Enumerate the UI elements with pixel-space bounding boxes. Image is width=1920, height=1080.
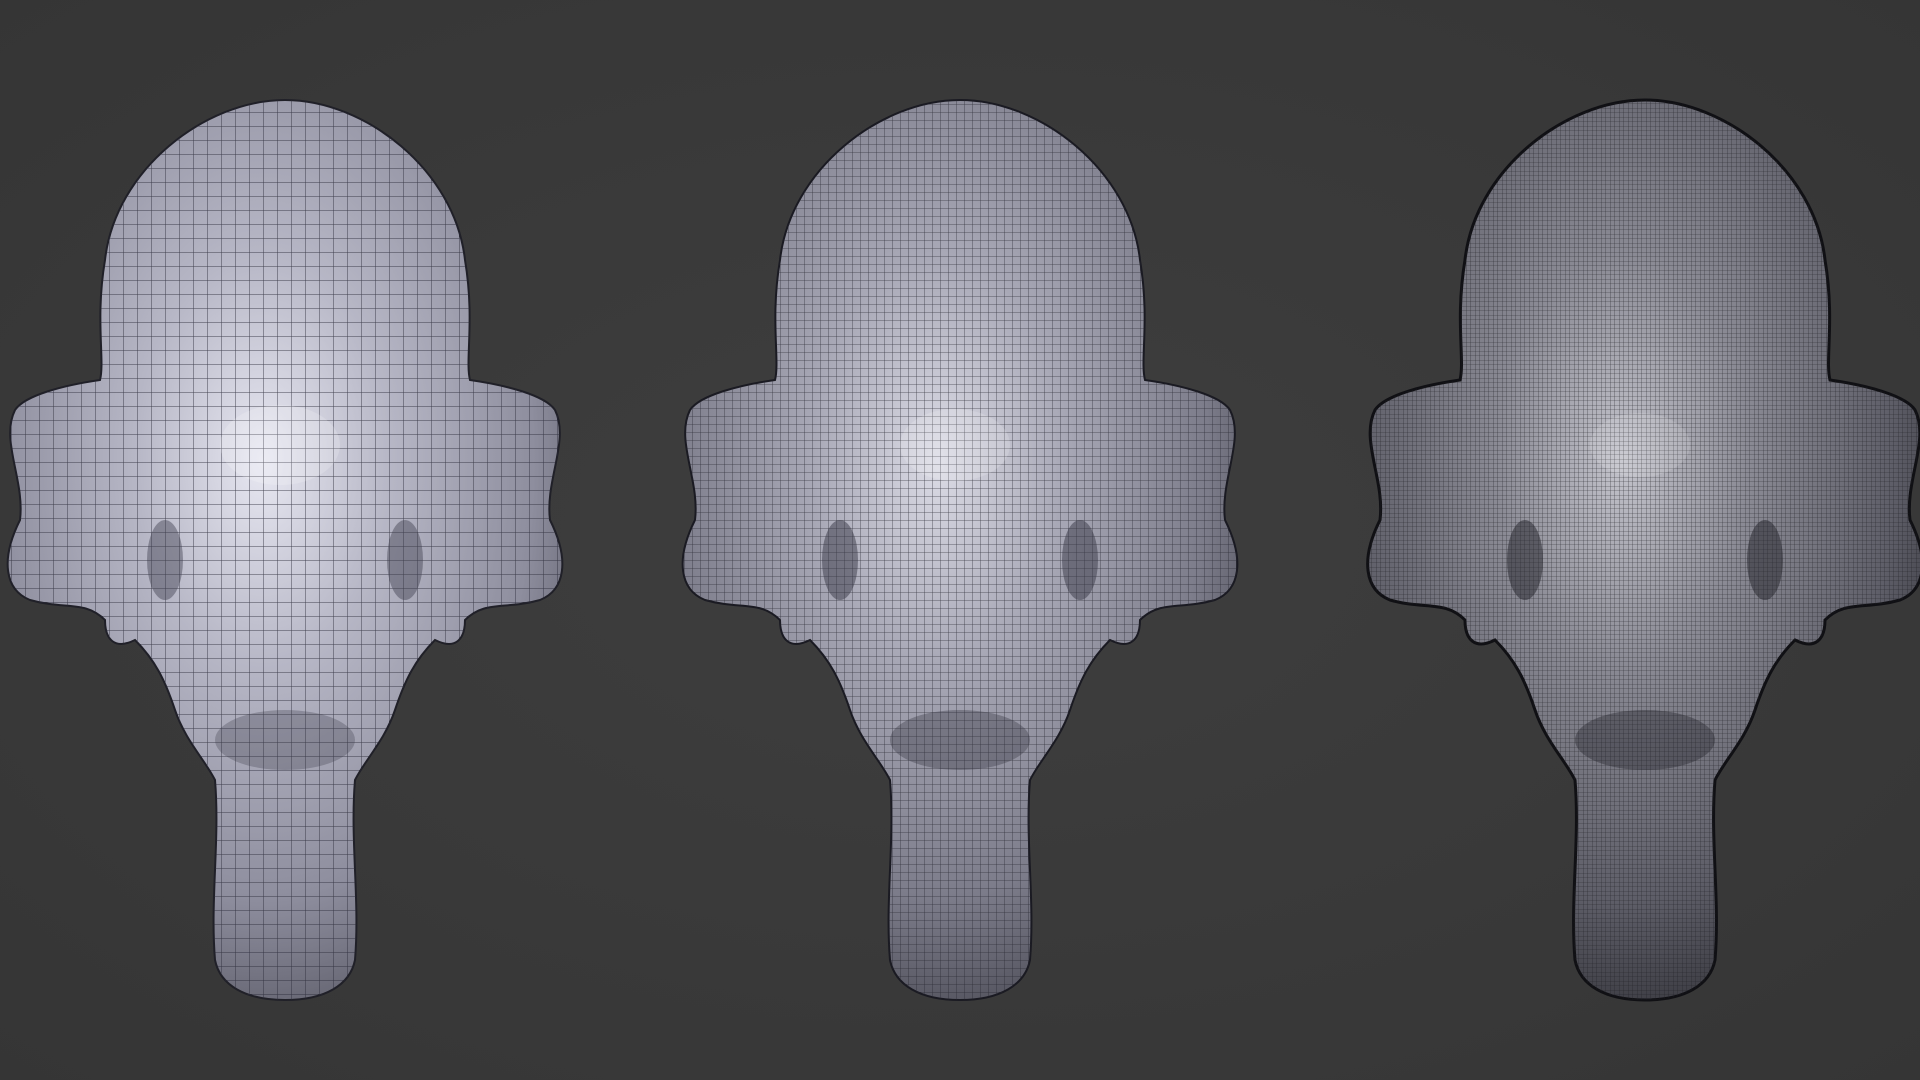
elephant-head-model-low[interactable] — [6, 99, 564, 1001]
3d-viewport[interactable] — [0, 0, 1920, 1080]
render-canvas — [6, 98, 1920, 1002]
elephant-head-model-high[interactable] — [1366, 98, 1920, 1002]
elephant-head-model-medium[interactable] — [681, 99, 1239, 1001]
